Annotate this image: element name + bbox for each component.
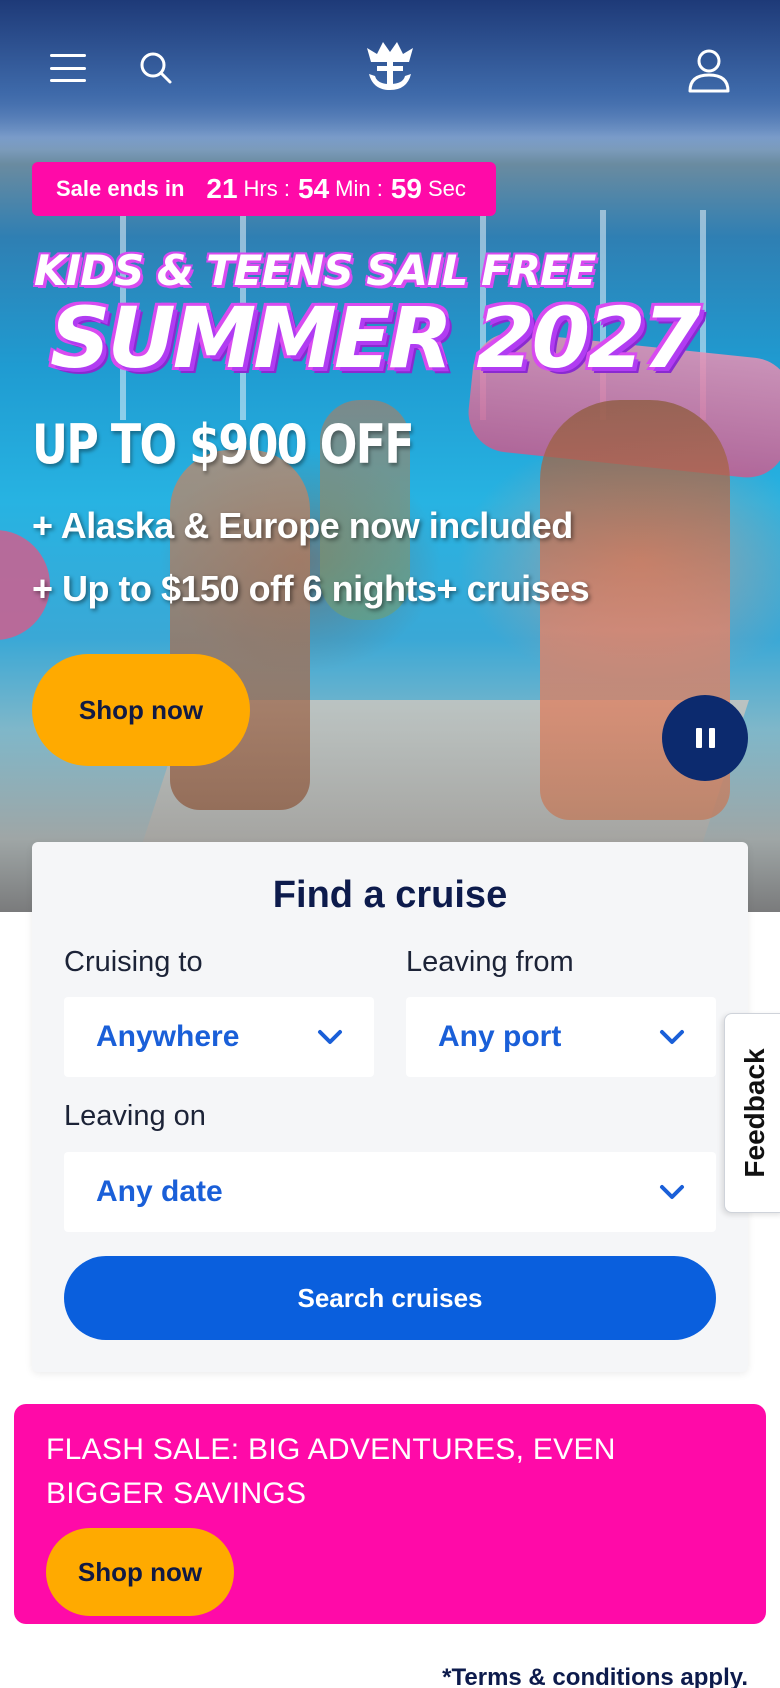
search-cruises-button[interactable]: Search cruises [64,1256,716,1340]
countdown-hours-unit: Hrs : [243,176,290,201]
countdown-seconds-unit: Sec [428,176,466,201]
countdown-label: Sale ends in [56,176,185,201]
countdown-seconds: 59 [390,173,422,204]
countdown-minutes: 54 [298,173,330,204]
countdown-hours: 21 [206,173,238,204]
user-account-icon[interactable] [684,46,734,96]
leaving-from-label: Leaving from [406,946,574,978]
promo-line-alaska: + Alaska & Europe now included [32,505,573,546]
promo-headline-small: KIDS & TEENS SAIL FREE [34,246,596,295]
leaving-on-label: Leaving on [64,1100,206,1132]
chevron-down-icon [660,1185,684,1199]
sale-countdown: Sale ends in 21 Hrs : 54 Min : 59 Sec [32,162,496,216]
top-navigation [0,0,780,140]
chevron-down-icon [318,1030,342,1044]
hero-banner: Sale ends in 21 Hrs : 54 Min : 59 Sec KI… [0,0,780,912]
countdown-minutes-unit: Min : [335,176,383,201]
finder-title: Find a cruise [272,874,508,916]
hero-shop-now-button[interactable]: Shop now [32,654,250,766]
find-a-cruise-panel: Find a cruise Cruising to Anywhere Leavi… [32,842,748,1372]
promo-offer: UP TO $900 OFF [32,413,415,476]
hamburger-menu-icon[interactable] [44,48,92,88]
leaving-from-value: Any port [438,1020,562,1053]
flash-shop-now-button[interactable]: Shop now [46,1528,234,1616]
search-icon[interactable] [134,46,178,90]
flash-sale-title: FLASH SALE: BIG ADVENTURES, EVEN BIGGER … [46,1433,616,1510]
terms-link[interactable]: *Terms & conditions apply. [442,1664,748,1688]
leaving-on-value: Any date [96,1175,223,1208]
feedback-label: Feedback [738,1048,770,1178]
cruising-to-value: Anywhere [96,1020,240,1053]
chevron-down-icon [660,1030,684,1044]
feedback-tab[interactable]: Feedback [724,1013,780,1213]
cruising-to-label: Cruising to [64,946,203,978]
promo-headline-big: SUMMER 2027 [50,289,701,387]
leaving-on-select[interactable]: Any date [64,1152,716,1232]
leaving-from-select[interactable]: Any port [406,997,716,1077]
crown-anchor-logo-icon[interactable] [360,36,420,96]
pause-icon[interactable] [662,695,748,781]
cruising-to-select[interactable]: Anywhere [64,997,374,1077]
flash-sale-banner: FLASH SALE: BIG ADVENTURES, EVEN BIGGER … [14,1404,766,1624]
promo-line-discount: + Up to $150 off 6 nights+ cruises [32,568,590,609]
